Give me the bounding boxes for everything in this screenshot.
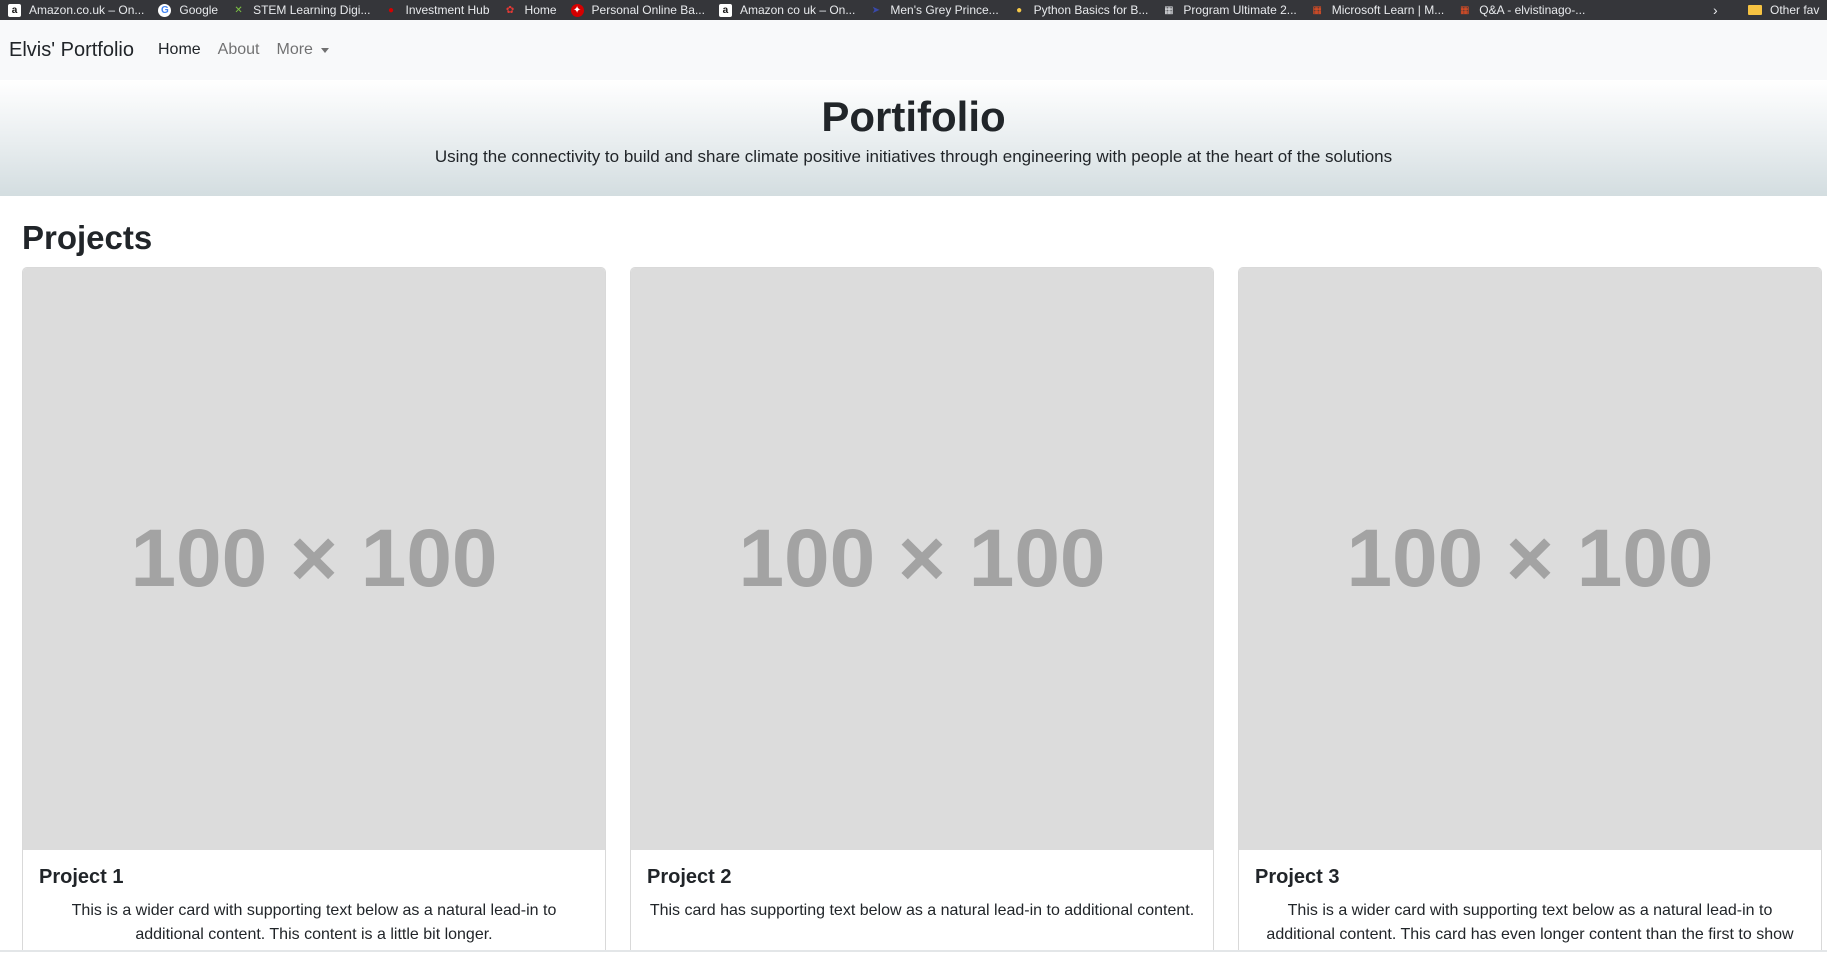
- card-title: Project 2: [647, 866, 732, 888]
- bookmark-label: Q&A - elvistinago-...: [1479, 3, 1586, 17]
- bookmark-label: Investment Hub: [405, 3, 490, 17]
- shop-icon: ➤: [871, 4, 881, 16]
- bookmark-label: Men's Grey Prince...: [890, 3, 999, 17]
- bookmark-bank[interactable]: ✦ Personal Online Ba...: [570, 0, 705, 20]
- bookmark-label: Python Basics for B...: [1033, 3, 1149, 17]
- program-icon: ▦: [1164, 4, 1174, 16]
- python-icon: ●: [1016, 4, 1023, 16]
- bookmark-label: Program Ultimate 2...: [1183, 3, 1297, 17]
- stem-icon: ✕: [234, 4, 243, 16]
- page-subtitle: Using the connectivity to build and shar…: [434, 147, 1393, 166]
- nav-dropdown-label: More: [276, 41, 313, 58]
- placeholder-text: 100 × 100: [130, 513, 498, 604]
- bookmark-shop[interactable]: ➤ Men's Grey Prince...: [869, 0, 999, 20]
- bookmark-label: Amazon.co.uk – On...: [29, 3, 145, 17]
- bookmark-qa[interactable]: ▦ Q&A - elvistinago-...: [1458, 0, 1585, 20]
- navbar-brand[interactable]: Elvis' Portfolio: [9, 39, 134, 62]
- card-title: Project 3: [1255, 866, 1340, 888]
- bookmark-label: Google: [179, 3, 219, 17]
- nav-link-about[interactable]: About: [218, 41, 260, 59]
- bookmark-label: Microsoft Learn | M...: [1331, 3, 1445, 17]
- bookmark-stem[interactable]: ✕ STEM Learning Digi...: [232, 0, 370, 20]
- navbar: Elvis' Portfolio Home About More: [0, 20, 1827, 80]
- bookmark-python[interactable]: ● Python Basics for B...: [1013, 0, 1149, 20]
- page-title: Portifolio: [821, 93, 1006, 140]
- hero-banner: Portifolio Using the connectivity to bui…: [0, 80, 1827, 196]
- card-text: This card has supporting text below as a…: [649, 902, 1195, 919]
- microsoft-icon: ▦: [1312, 4, 1322, 16]
- caret-down-icon: [320, 47, 329, 53]
- bookmark-label: STEM Learning Digi...: [253, 3, 371, 17]
- project-card: 100 × 100 Project 3 This is a wider card…: [1238, 267, 1822, 959]
- card-image-placeholder: 100 × 100: [23, 268, 605, 850]
- card-body: Project 3 This is a wider card with supp…: [1239, 850, 1821, 958]
- chevron-right-icon[interactable]: ›: [1713, 0, 1718, 20]
- bookmark-amazon[interactable]: a Amazon.co.uk – On...: [8, 0, 144, 20]
- google-icon: G: [158, 3, 172, 17]
- bank-icon: ✦: [570, 3, 584, 17]
- card-image-placeholder: 100 × 100: [631, 268, 1213, 850]
- bookmark-amazon-2[interactable]: a Amazon co uk – On...: [718, 0, 856, 20]
- amazon-icon: a: [718, 3, 732, 17]
- bookmark-microsoft-learn[interactable]: ▦ Microsoft Learn | M...: [1311, 0, 1445, 20]
- investment-hub-icon: ●: [387, 4, 394, 16]
- amazon-icon: a: [8, 3, 21, 17]
- project-card: 100 × 100 Project 2 This card has suppor…: [630, 267, 1214, 959]
- home-site-icon: ✿: [505, 4, 515, 16]
- bookmark-program[interactable]: ▦ Program Ultimate 2...: [1162, 0, 1297, 20]
- microsoft-icon: ▦: [1460, 4, 1470, 16]
- bookmarks-bar: a Amazon.co.uk – On... G Google ✕ STEM Lear…: [0, 0, 1827, 20]
- other-favorites-label: Other fav: [1770, 3, 1820, 17]
- card-body: Project 1 This is a wider card with supp…: [23, 850, 605, 947]
- bookmark-label: Amazon co uk – On...: [739, 3, 856, 17]
- projects-heading: Projects: [22, 219, 153, 256]
- nav-link-home[interactable]: Home: [158, 41, 201, 59]
- card-text: This is a wider card with supporting tex…: [71, 902, 557, 943]
- bookmark-google[interactable]: G Google: [158, 0, 218, 20]
- project-card: 100 × 100 Project 1 This is a wider card…: [22, 267, 606, 959]
- placeholder-text: 100 × 100: [738, 513, 1106, 604]
- placeholder-text: 100 × 100: [1346, 513, 1714, 604]
- bookmark-home[interactable]: ✿ Home: [504, 0, 557, 20]
- bookmark-label: Personal Online Ba...: [591, 3, 705, 17]
- card-image-placeholder: 100 × 100: [1239, 268, 1821, 850]
- other-favorites[interactable]: Other fav: [1748, 0, 1819, 20]
- folder-icon: [1748, 5, 1762, 15]
- window-bottom-edge: [0, 950, 1827, 959]
- nav-dropdown-more[interactable]: More: [276, 41, 329, 59]
- bookmark-label: Home: [524, 3, 557, 17]
- card-title: Project 1: [39, 866, 124, 888]
- bookmark-investment-hub[interactable]: ● Investment Hub: [384, 0, 490, 20]
- card-body: Project 2 This card has supporting text …: [631, 850, 1213, 923]
